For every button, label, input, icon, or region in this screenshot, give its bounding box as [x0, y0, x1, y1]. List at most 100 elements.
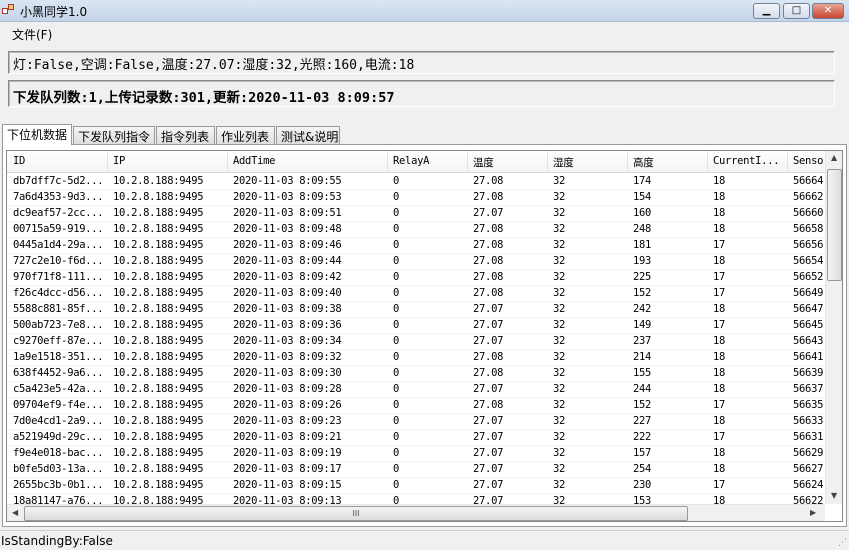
- column-header-humidity[interactable]: 湿度: [553, 155, 629, 170]
- cell-relay-a: 0: [393, 367, 400, 379]
- table-row[interactable]: 2655bc3b-0b1... 10.2.8.188:9495 2020-11-03…: [7, 478, 827, 494]
- cell-temperature: 27.08: [473, 351, 504, 363]
- menu-file[interactable]: 文件(F): [12, 26, 52, 43]
- cell-brightness: 174: [633, 175, 652, 187]
- tab-command-list[interactable]: 指令列表: [156, 126, 215, 145]
- minimize-button[interactable]: ▁: [753, 3, 780, 19]
- table-row[interactable]: 970f71f8-111... 10.2.8.188:9495 2020-11-03…: [7, 270, 827, 286]
- table-row[interactable]: a521949d-29c... 10.2.8.188:9495 2020-11-03…: [7, 430, 827, 446]
- column-divider[interactable]: [467, 151, 468, 173]
- column-header-id[interactable]: ID: [13, 155, 109, 167]
- column-header-brightness[interactable]: 高度: [633, 155, 709, 170]
- tab-send-queue[interactable]: 下发队列指令: [73, 126, 155, 145]
- cell-add-time: 2020-11-03 8:09:32: [233, 351, 342, 363]
- column-divider[interactable]: [627, 151, 628, 173]
- cell-relay-a: 0: [393, 239, 400, 251]
- cell-relay-a: 0: [393, 351, 400, 363]
- cell-current: 17: [713, 479, 726, 491]
- cell-current: 18: [713, 175, 726, 187]
- window-title: 小黑同学1.0: [20, 5, 88, 19]
- cell-add-time: 2020-11-03 8:09:44: [233, 255, 342, 267]
- data-grid[interactable]: ID IP AddTime RelayA 温度 湿度 高度 CurrentI... Senso …: [6, 150, 843, 522]
- column-header-relay-a[interactable]: RelayA: [393, 155, 469, 167]
- table-row[interactable]: f9e4e018-bac... 10.2.8.188:9495 2020-11-03…: [7, 446, 827, 462]
- cell-ip: 10.2.8.188:9495: [113, 303, 204, 315]
- horizontal-scrollbar[interactable]: ◀ III ▶: [7, 504, 825, 521]
- cell-current: 18: [713, 463, 726, 475]
- table-row[interactable]: 500ab723-7e8... 10.2.8.188:9495 2020-11-03…: [7, 318, 827, 334]
- cell-ip: 10.2.8.188:9495: [113, 351, 204, 363]
- maximize-button[interactable]: □: [783, 3, 810, 19]
- table-row[interactable]: 7a6d4353-9d3... 10.2.8.188:9495 2020-11-03…: [7, 190, 827, 206]
- tab-job-list[interactable]: 作业列表: [216, 126, 275, 145]
- cell-current: 18: [713, 415, 726, 427]
- cell-current: 17: [713, 431, 726, 443]
- column-divider[interactable]: [547, 151, 548, 173]
- cell-ip: 10.2.8.188:9495: [113, 463, 204, 475]
- cell-relay-a: 0: [393, 303, 400, 315]
- table-row[interactable]: 1a9e1518-351... 10.2.8.188:9495 2020-11-03…: [7, 350, 827, 366]
- column-divider[interactable]: [227, 151, 228, 173]
- scroll-up-icon[interactable]: ▲: [831, 153, 837, 162]
- resize-grip-icon[interactable]: ⋰: [838, 538, 847, 548]
- table-row[interactable]: 7d0e4cd1-2a9... 10.2.8.188:9495 2020-11-03…: [7, 414, 827, 430]
- cell-relay-a: 0: [393, 191, 400, 203]
- column-divider[interactable]: [107, 151, 108, 173]
- column-header-ip[interactable]: IP: [113, 155, 229, 167]
- cell-temperature: 27.08: [473, 367, 504, 379]
- cell-humidity: 32: [553, 335, 566, 347]
- device-status-box: 灯:False,空调:False,温度:27.07:湿度:32,光照:160,电…: [8, 51, 835, 74]
- table-row[interactable]: 0445a1d4-29a... 10.2.8.188:9495 2020-11-03…: [7, 238, 827, 254]
- close-button[interactable]: ✕: [812, 3, 844, 19]
- cell-add-time: 2020-11-03 8:09:51: [233, 207, 342, 219]
- cell-temperature: 27.08: [473, 239, 504, 251]
- cell-temperature: 27.07: [473, 335, 504, 347]
- table-row[interactable]: f26c4dcc-d56... 10.2.8.188:9495 2020-11-03…: [7, 286, 827, 302]
- vertical-scrollbar[interactable]: ▲ ▼: [825, 151, 842, 504]
- horizontal-scroll-thumb[interactable]: III: [24, 506, 688, 521]
- cell-ip: 10.2.8.188:9495: [113, 271, 204, 283]
- column-divider[interactable]: [387, 151, 388, 173]
- cell-id: 00715a59-919...: [13, 223, 104, 235]
- cell-humidity: 32: [553, 271, 566, 283]
- cell-brightness: 242: [633, 303, 652, 315]
- table-row[interactable]: 09704ef9-f4e... 10.2.8.188:9495 2020-11-03…: [7, 398, 827, 414]
- cell-temperature: 27.07: [473, 463, 504, 475]
- cell-add-time: 2020-11-03 8:09:55: [233, 175, 342, 187]
- title-bar: 小黑同学1.0 ▁ □ ✕: [0, 0, 849, 22]
- cell-add-time: 2020-11-03 8:09:19: [233, 447, 342, 459]
- tab-device-data[interactable]: 下位机数据: [2, 124, 72, 145]
- cell-brightness: 152: [633, 287, 652, 299]
- tab-test-help[interactable]: 测试&说明: [276, 126, 340, 145]
- cell-humidity: 32: [553, 415, 566, 427]
- table-row[interactable]: c9270eff-87e... 10.2.8.188:9495 2020-11-03…: [7, 334, 827, 350]
- column-header-add-time[interactable]: AddTime: [233, 155, 389, 167]
- cell-brightness: 227: [633, 415, 652, 427]
- table-row[interactable]: c5a423e5-42a... 10.2.8.188:9495 2020-11-03…: [7, 382, 827, 398]
- column-divider[interactable]: [787, 151, 788, 173]
- table-row[interactable]: 00715a59-919... 10.2.8.188:9495 2020-11-03…: [7, 222, 827, 238]
- table-row[interactable]: 5588c881-85f... 10.2.8.188:9495 2020-11-03…: [7, 302, 827, 318]
- cell-id: 7a6d4353-9d3...: [13, 191, 104, 203]
- column-divider[interactable]: [707, 151, 708, 173]
- table-row[interactable]: b0fe5d03-13a... 10.2.8.188:9495 2020-11-03…: [7, 462, 827, 478]
- table-row[interactable]: db7dff7c-5d2... 10.2.8.188:9495 2020-11-03…: [7, 174, 827, 190]
- cell-add-time: 2020-11-03 8:09:21: [233, 431, 342, 443]
- cell-id: db7dff7c-5d2...: [13, 175, 104, 187]
- cell-add-time: 2020-11-03 8:09:15: [233, 479, 342, 491]
- table-row[interactable]: dc9eaf57-2cc... 10.2.8.188:9495 2020-11-03…: [7, 206, 827, 222]
- scroll-down-icon[interactable]: ▼: [831, 491, 837, 500]
- cell-ip: 10.2.8.188:9495: [113, 287, 204, 299]
- table-row[interactable]: 727c2e10-f6d... 10.2.8.188:9495 2020-11-03…: [7, 254, 827, 270]
- scroll-left-icon[interactable]: ◀: [12, 508, 18, 517]
- table-row[interactable]: 638f4452-9a6... 10.2.8.188:9495 2020-11-03…: [7, 366, 827, 382]
- scroll-right-icon[interactable]: ▶: [810, 508, 816, 517]
- cell-relay-a: 0: [393, 383, 400, 395]
- vertical-scroll-thumb[interactable]: [827, 169, 842, 281]
- column-header-temperature[interactable]: 温度: [473, 155, 549, 170]
- column-header-current[interactable]: CurrentI...: [713, 155, 789, 167]
- cell-temperature: 27.08: [473, 255, 504, 267]
- cell-id: b0fe5d03-13a...: [13, 463, 104, 475]
- cell-id: 638f4452-9a6...: [13, 367, 104, 379]
- cell-relay-a: 0: [393, 175, 400, 187]
